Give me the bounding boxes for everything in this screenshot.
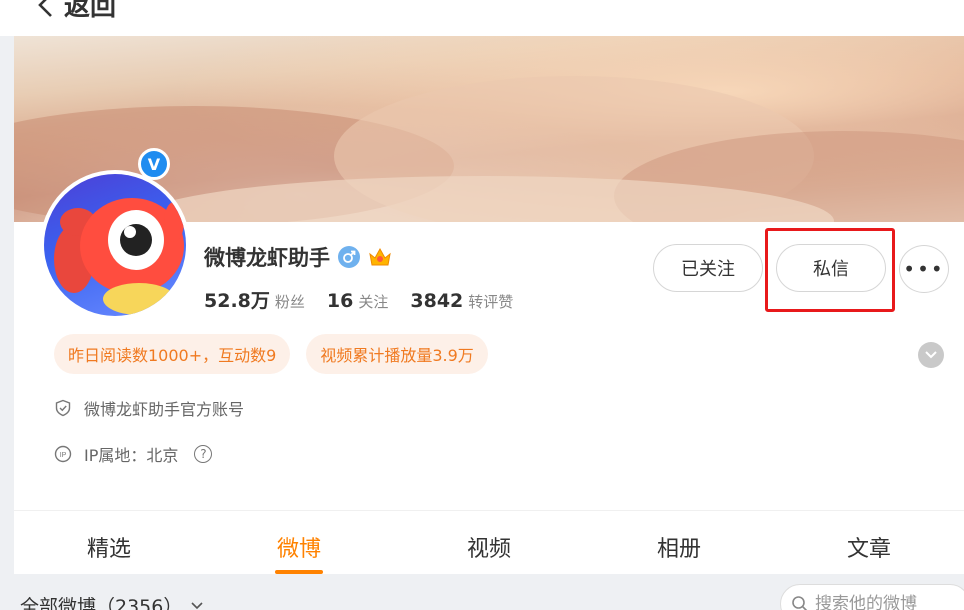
svg-text:IP: IP	[60, 452, 67, 459]
feed-filter-dropdown[interactable]: 全部微博（2356）	[20, 592, 204, 610]
ip-icon: IP	[54, 445, 72, 463]
stat-following[interactable]: 16 关注	[327, 290, 388, 312]
avatar-image	[44, 174, 186, 316]
tab-album[interactable]: 相册	[584, 520, 774, 574]
tab-articles[interactable]: 文章	[774, 520, 964, 574]
tag-video-plays[interactable]: 视频累计播放量3.9万	[306, 334, 488, 374]
crown-icon[interactable]	[368, 246, 392, 268]
stat-value: 3842	[410, 290, 464, 312]
stat-followers[interactable]: 52.8万 粉丝	[204, 286, 305, 313]
certification-text: 微博龙虾助手官方账号	[84, 400, 245, 419]
tag-reads[interactable]: 昨日阅读数1000+，互动数9	[54, 334, 291, 374]
stat-value: 52.8万	[204, 290, 270, 312]
profile-tabs: 精选 微博 视频 相册 文章	[14, 520, 964, 574]
help-icon[interactable]: ?	[194, 445, 213, 463]
tab-video[interactable]: 视频	[394, 520, 584, 574]
expand-button[interactable]	[918, 342, 944, 368]
shield-icon	[55, 399, 71, 417]
profile-card: V 微博龙虾助手 52.8万 粉丝 16 关注 3842 转评赞 已关注 私信 …	[14, 36, 964, 574]
profile-name: 微博龙虾助手	[204, 246, 330, 270]
profile-stats: 52.8万 粉丝 16 关注 3842 转评赞	[204, 286, 513, 313]
stat-value: 16	[326, 290, 354, 312]
feed-search	[780, 584, 964, 610]
feed-search-input[interactable]	[815, 594, 955, 610]
back-label: 返回	[64, 0, 117, 22]
feed-filter-label: 全部微博（2356）	[20, 596, 183, 610]
tab-featured[interactable]: 精选	[14, 520, 204, 574]
stat-interactions[interactable]: 3842 转评赞	[410, 290, 513, 312]
tab-weibo[interactable]: 微博	[204, 520, 394, 574]
certification-row: 微博龙虾助手官方账号	[54, 396, 244, 420]
follow-button[interactable]: 已关注	[653, 244, 763, 292]
divider	[14, 510, 964, 511]
stat-label: 转评赞	[468, 293, 514, 311]
search-icon	[792, 596, 808, 610]
chevron-down-icon	[191, 601, 203, 609]
top-bar: 返回	[0, 0, 964, 36]
ip-location-text: IP属地：北京	[84, 446, 179, 465]
achievement-tags: 昨日阅读数1000+，互动数9 视频累计播放量3.9万	[54, 334, 488, 374]
male-icon	[338, 246, 360, 268]
stat-label: 粉丝	[274, 293, 305, 311]
profile-name-row: 微博龙虾助手	[204, 242, 392, 272]
back-button[interactable]: 返回	[34, 0, 116, 23]
chevron-left-icon	[38, 0, 52, 17]
stat-label: 关注	[358, 293, 389, 311]
verified-badge: V	[138, 148, 170, 180]
chevron-down-icon	[925, 351, 937, 359]
more-button[interactable]: •••	[899, 245, 949, 293]
ip-location-row: IP IP属地：北京 ?	[54, 442, 213, 466]
message-button[interactable]: 私信	[776, 244, 886, 292]
avatar[interactable]	[40, 170, 190, 320]
